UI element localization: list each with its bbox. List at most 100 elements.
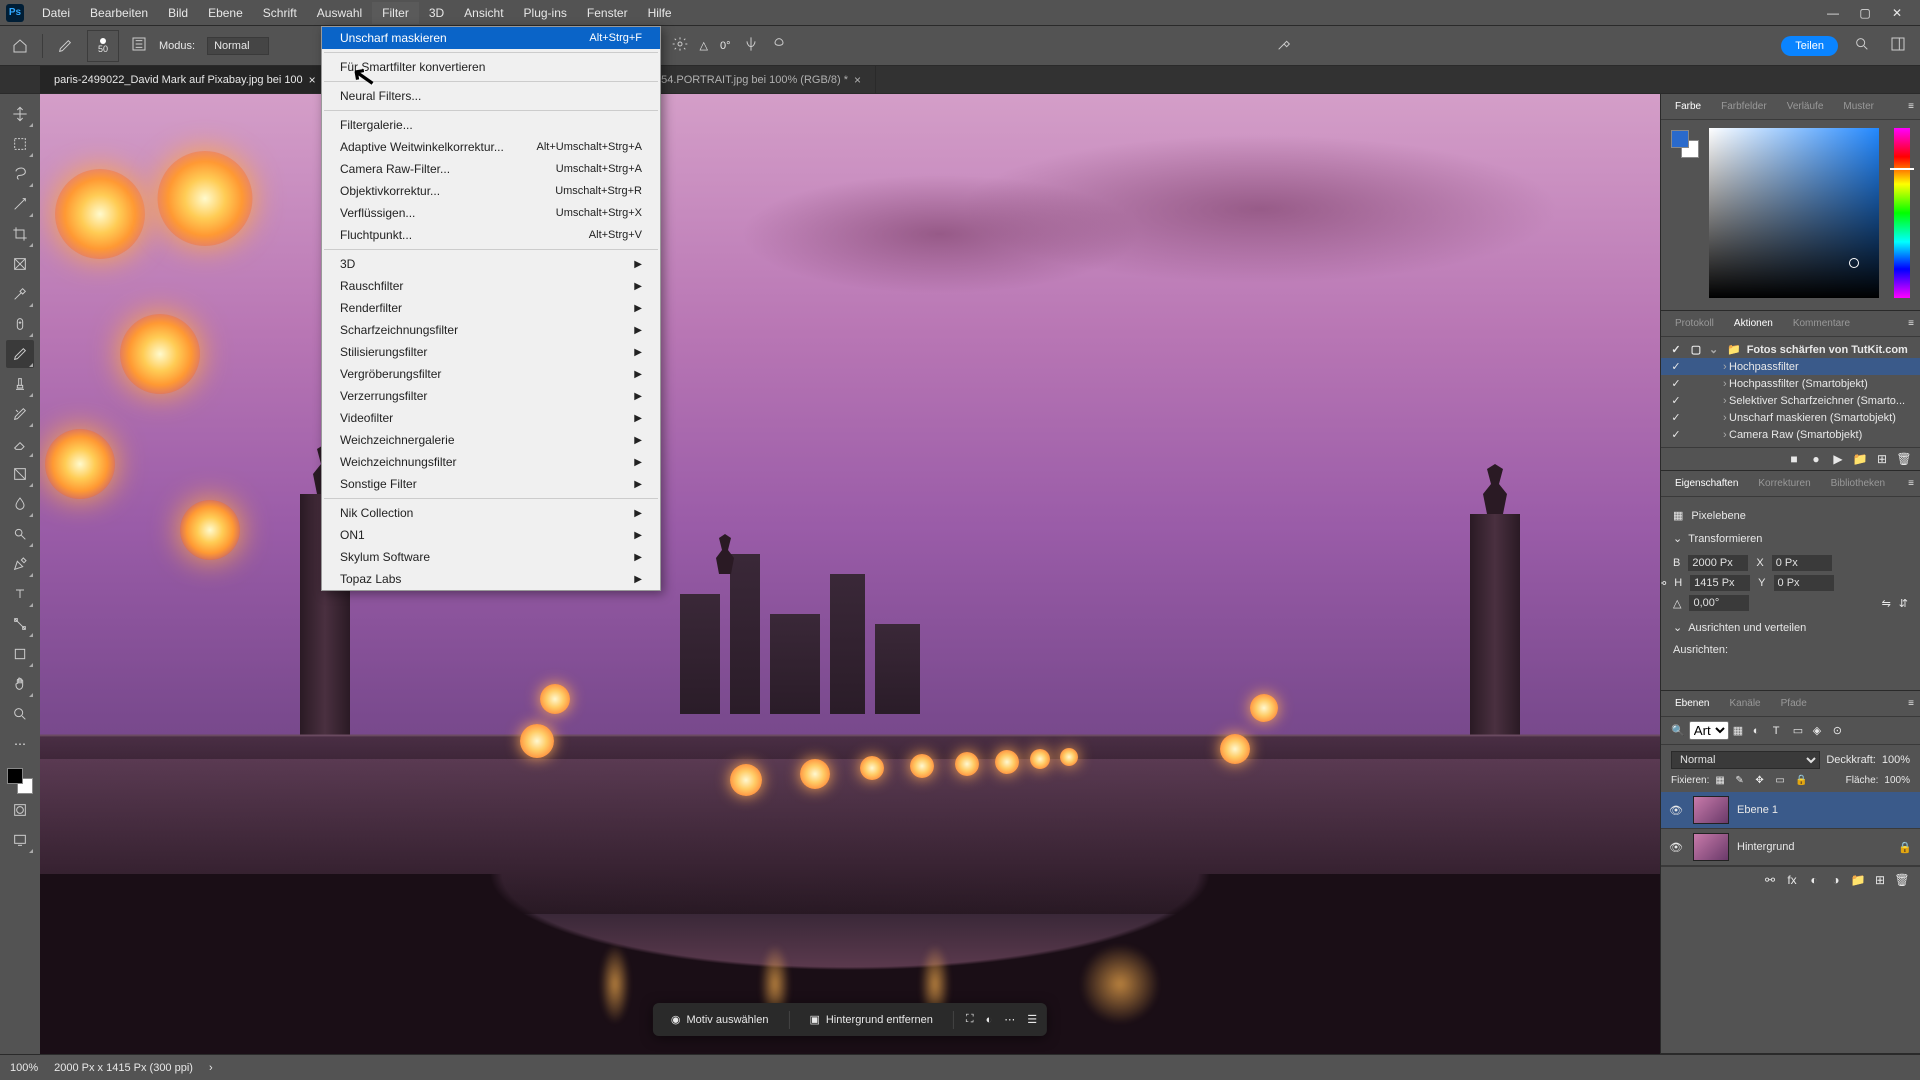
menu-item[interactable]: Neural Filters... bbox=[322, 85, 660, 107]
filter-pixel-icon[interactable]: ▦ bbox=[1733, 724, 1749, 737]
screenmode-toggle[interactable] bbox=[6, 826, 34, 854]
shape-tool[interactable] bbox=[6, 640, 34, 668]
type-tool[interactable] bbox=[6, 580, 34, 608]
layer-filter-select[interactable]: Art bbox=[1689, 721, 1729, 740]
minimize-button[interactable]: — bbox=[1824, 6, 1842, 20]
tab-pfade[interactable]: Pfade bbox=[1773, 694, 1815, 713]
lasso-tool[interactable] bbox=[6, 160, 34, 188]
tab-farbe[interactable]: Farbe bbox=[1667, 97, 1709, 116]
record-icon[interactable]: ● bbox=[1808, 452, 1824, 466]
x-input[interactable] bbox=[1772, 555, 1832, 571]
more-icon[interactable]: ⋯ bbox=[1004, 1013, 1015, 1026]
canvas[interactable]: ◉Motiv auswählen ▣Hintergrund entfernen … bbox=[40, 94, 1660, 1054]
menu-item[interactable]: Rauschfilter▶ bbox=[322, 275, 660, 297]
status-caret[interactable]: › bbox=[209, 1062, 213, 1074]
menu-datei[interactable]: Datei bbox=[32, 2, 80, 24]
share-button[interactable]: Teilen bbox=[1781, 36, 1838, 56]
filter-toggle[interactable]: ⊙ bbox=[1833, 724, 1849, 737]
play-icon[interactable]: ▶ bbox=[1830, 452, 1846, 466]
eraser-tool[interactable] bbox=[6, 430, 34, 458]
flip-v-icon[interactable]: ⇵ bbox=[1899, 597, 1908, 610]
menu-item[interactable]: Skylum Software▶ bbox=[322, 546, 660, 568]
panel-menu-icon[interactable]: ≡ bbox=[1908, 478, 1914, 489]
menu-auswahl[interactable]: Auswahl bbox=[307, 2, 372, 24]
tab-muster[interactable]: Muster bbox=[1835, 97, 1882, 116]
new-action-icon[interactable]: ⊞ bbox=[1874, 452, 1890, 466]
zoom-level[interactable]: 100% bbox=[10, 1062, 38, 1074]
lock-pos-icon[interactable]: ✥ bbox=[1755, 775, 1769, 786]
layer-thumbnail[interactable] bbox=[1693, 796, 1729, 824]
panel-menu-icon[interactable]: ≡ bbox=[1908, 698, 1914, 709]
layer-row[interactable]: 👁 Ebene 1 bbox=[1661, 792, 1920, 829]
symmetry-icon[interactable] bbox=[743, 36, 759, 55]
menu-item[interactable]: Stilisierungsfilter▶ bbox=[322, 341, 660, 363]
trash-icon[interactable]: 🗑 bbox=[1894, 873, 1910, 887]
menu-fenster[interactable]: Fenster bbox=[577, 2, 638, 24]
layer-name[interactable]: Hintergrund bbox=[1737, 841, 1794, 853]
remove-background-button[interactable]: ▣Hintergrund entfernen bbox=[801, 1009, 940, 1030]
fill-value[interactable]: 100% bbox=[1884, 775, 1910, 786]
select-subject-button[interactable]: ◉Motiv auswählen bbox=[663, 1009, 777, 1030]
eyedropper-tool[interactable] bbox=[6, 280, 34, 308]
properties-icon[interactable]: ☰ bbox=[1027, 1013, 1037, 1026]
action-item[interactable]: ✓›Hochpassfilter (Smartobjekt) bbox=[1661, 375, 1920, 392]
menu-item[interactable]: Adaptive Weitwinkelkorrektur...Alt+Umsch… bbox=[322, 136, 660, 158]
edit-toolbar[interactable]: ⋯ bbox=[6, 730, 34, 758]
menu-ebene[interactable]: Ebene bbox=[198, 2, 253, 24]
history-brush-tool[interactable] bbox=[6, 400, 34, 428]
menu-item[interactable]: Weichzeichnungsfilter▶ bbox=[322, 451, 660, 473]
menu-item[interactable]: Renderfilter▶ bbox=[322, 297, 660, 319]
stop-icon[interactable]: ■ bbox=[1786, 452, 1802, 466]
close-tab-icon[interactable]: × bbox=[309, 73, 316, 87]
adjustment-icon[interactable]: ◑ bbox=[1828, 873, 1844, 887]
path-tool[interactable] bbox=[6, 610, 34, 638]
menu-ansicht[interactable]: Ansicht bbox=[454, 2, 513, 24]
marquee-tool[interactable] bbox=[6, 130, 34, 158]
dodge-tool[interactable] bbox=[6, 520, 34, 548]
close-tab-icon[interactable]: × bbox=[854, 73, 861, 87]
visibility-icon[interactable]: 👁 bbox=[1669, 804, 1685, 817]
menu-item[interactable]: Verzerrungsfilter▶ bbox=[322, 385, 660, 407]
menu-hilfe[interactable]: Hilfe bbox=[638, 2, 682, 24]
mask-icon[interactable]: ◐ bbox=[1806, 873, 1822, 887]
fx-icon[interactable]: fx bbox=[1784, 873, 1800, 887]
home-icon[interactable] bbox=[10, 36, 30, 56]
tab-protokoll[interactable]: Protokoll bbox=[1667, 314, 1722, 333]
panel-menu-icon[interactable]: ≡ bbox=[1908, 318, 1914, 329]
tab-kanale[interactable]: Kanäle bbox=[1721, 694, 1768, 713]
brush-tool-icon[interactable] bbox=[55, 36, 75, 56]
lock-all-icon[interactable]: 🔒 bbox=[1795, 775, 1809, 786]
blend-mode-select[interactable]: Normal bbox=[207, 37, 268, 55]
menu-3d[interactable]: 3D bbox=[419, 2, 454, 24]
group-icon[interactable]: 📁 bbox=[1850, 873, 1866, 887]
crop-tool[interactable] bbox=[6, 220, 34, 248]
transform-section[interactable]: ⌄Transformieren bbox=[1673, 526, 1908, 551]
panel-menu-icon[interactable]: ≡ bbox=[1908, 101, 1914, 112]
menu-item[interactable]: Topaz Labs▶ bbox=[322, 568, 660, 590]
gear-icon[interactable] bbox=[672, 36, 688, 55]
menu-item[interactable]: Filtergalerie... bbox=[322, 114, 660, 136]
menu-schrift[interactable]: Schrift bbox=[253, 2, 307, 24]
menu-bild[interactable]: Bild bbox=[158, 2, 198, 24]
search-icon[interactable] bbox=[1850, 36, 1874, 55]
blur-tool[interactable] bbox=[6, 490, 34, 518]
zoom-tool[interactable] bbox=[6, 700, 34, 728]
flip-h-icon[interactable]: ⇋ bbox=[1882, 597, 1891, 610]
hand-tool[interactable] bbox=[6, 670, 34, 698]
brush-panel-toggle-icon[interactable] bbox=[131, 36, 147, 55]
foreground-background-colors[interactable] bbox=[7, 768, 33, 794]
lock-paint-icon[interactable]: ✎ bbox=[1735, 775, 1749, 786]
menu-item[interactable]: Sonstige Filter▶ bbox=[322, 473, 660, 495]
action-item[interactable]: ✓›Selektiver Scharfzeichner (Smarto... bbox=[1661, 392, 1920, 409]
layer-name[interactable]: Ebene 1 bbox=[1737, 804, 1778, 816]
visibility-icon[interactable]: 👁 bbox=[1669, 841, 1685, 854]
layer-thumbnail[interactable] bbox=[1693, 833, 1729, 861]
healing-tool[interactable] bbox=[6, 310, 34, 338]
width-input[interactable] bbox=[1688, 555, 1748, 571]
tab-aktionen[interactable]: Aktionen bbox=[1726, 314, 1781, 333]
move-tool[interactable] bbox=[6, 100, 34, 128]
layer-row[interactable]: 👁Hintergrund🔒 bbox=[1661, 829, 1920, 866]
lock-artboard-icon[interactable]: ▭ bbox=[1775, 775, 1789, 786]
menu-item[interactable]: Weichzeichnergalerie▶ bbox=[322, 429, 660, 451]
action-item[interactable]: ✓›Hochpassfilter bbox=[1661, 358, 1920, 375]
